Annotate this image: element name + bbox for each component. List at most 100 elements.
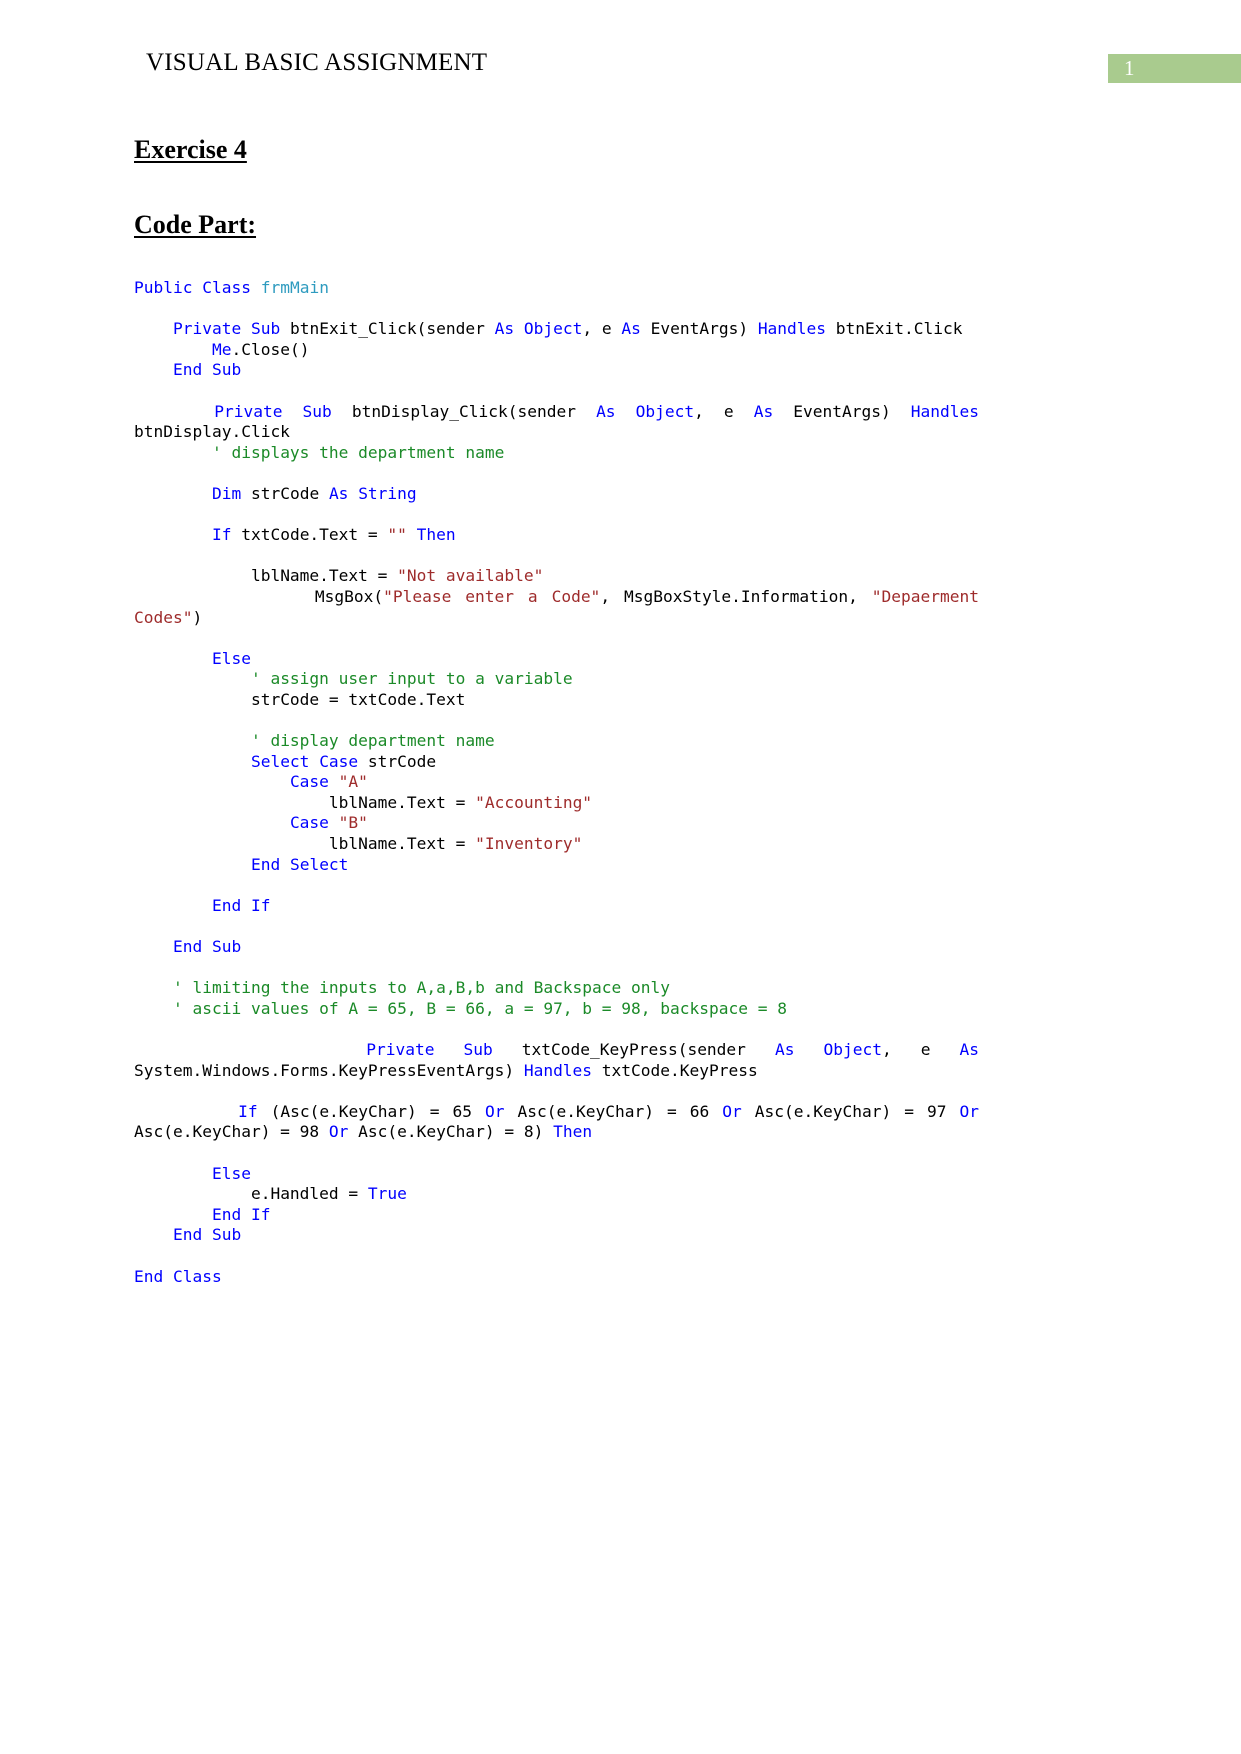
code-token: , e bbox=[582, 319, 622, 339]
code-token: Sub bbox=[463, 1039, 493, 1059]
code-token: If bbox=[250, 895, 271, 915]
code-token: As bbox=[596, 401, 616, 421]
code-line: strCode = txtCode.Text bbox=[134, 690, 979, 711]
code-token: btnExit_Click(sender bbox=[289, 319, 495, 339]
page-header: VISUAL BASIC ASSIGNMENT 1 bbox=[0, 48, 1241, 84]
code-token: btnDisplay_Click(sender bbox=[351, 401, 597, 421]
code-token: Object bbox=[823, 1039, 882, 1059]
code-token: Public bbox=[134, 278, 193, 297]
code-line: lblName.Text = "Inventory" bbox=[134, 834, 979, 855]
code-token: EventArgs) bbox=[793, 401, 911, 421]
code-token: ) bbox=[192, 607, 203, 627]
code-line: End Sub bbox=[134, 937, 979, 958]
heading-exercise: Exercise 4 bbox=[134, 135, 247, 164]
code-line: ' limiting the inputs to A,a,B,b and Bac… bbox=[134, 978, 979, 999]
code-token: Sub bbox=[250, 319, 281, 339]
page-number-badge: 1 bbox=[1108, 54, 1241, 83]
code-line: ' ascii values of A = 65, B = 66, a = 97… bbox=[134, 999, 979, 1020]
code-token: End bbox=[172, 1225, 203, 1245]
code-token: EventArgs) bbox=[650, 319, 758, 339]
code-token: End bbox=[250, 854, 281, 874]
code-token: lblName.Text = bbox=[134, 566, 398, 586]
code-token: As bbox=[774, 1039, 795, 1059]
code-line: If (Asc(e.KeyChar) = 65 Or Asc(e.KeyChar… bbox=[134, 1102, 979, 1143]
code-token: Else bbox=[211, 648, 251, 668]
code-line: Private Sub btnDisplay_Click(sender As O… bbox=[134, 402, 979, 443]
code-token: Asc(e.KeyChar) = 97 bbox=[741, 1101, 960, 1121]
code-token: "Not available" bbox=[397, 566, 544, 586]
code-line: Public Class frmMain bbox=[134, 278, 979, 299]
code-token: Private bbox=[366, 1039, 435, 1059]
code-line: Select Case strCode bbox=[134, 752, 979, 773]
code-token: Class bbox=[173, 1266, 222, 1286]
code-token: (Asc(e.KeyChar) = 65 bbox=[257, 1101, 486, 1121]
code-token: Else bbox=[211, 1163, 251, 1183]
code-token: Asc(e.KeyChar) = 8) bbox=[348, 1122, 554, 1142]
code-token: End bbox=[211, 895, 242, 915]
code-token: , MsgBoxStyle.Information, bbox=[600, 586, 872, 606]
code-token: Select bbox=[250, 751, 310, 771]
code-token: Then bbox=[416, 525, 456, 545]
code-token: Handles bbox=[523, 1060, 593, 1080]
code-token: Then bbox=[553, 1122, 593, 1142]
code-token: txtCode_KeyPress(sender bbox=[521, 1039, 775, 1059]
code-token: MsgBox( bbox=[134, 586, 384, 606]
code-line: If txtCode.Text = "" Then bbox=[134, 525, 979, 546]
code-line: e.Handled = True bbox=[134, 1184, 979, 1205]
code-token: As bbox=[959, 1039, 980, 1059]
code-token: Select bbox=[289, 854, 349, 874]
code-token: As bbox=[328, 483, 349, 503]
code-token: Sub bbox=[211, 1225, 242, 1245]
code-line: End If bbox=[134, 896, 979, 917]
heading-code-part: Code Part: bbox=[134, 210, 257, 239]
code-token: End bbox=[134, 1266, 164, 1286]
code-token: strCode = txtCode.Text bbox=[134, 689, 466, 709]
code-token: txtCode.KeyPress bbox=[592, 1060, 758, 1080]
code-token: Or bbox=[959, 1101, 979, 1121]
code-token: If bbox=[211, 525, 232, 545]
code-line: End Sub bbox=[134, 1225, 979, 1246]
code-token: Or bbox=[485, 1101, 505, 1121]
code-line: Else bbox=[134, 1164, 979, 1185]
code-token: , e bbox=[694, 401, 754, 421]
page-number-text: 1 bbox=[1124, 56, 1135, 80]
code-token: If bbox=[250, 1204, 271, 1224]
code-token: Handles bbox=[757, 319, 827, 339]
code-line: Private Sub btnExit_Click(sender As Obje… bbox=[134, 319, 979, 340]
code-token: As bbox=[753, 401, 774, 421]
